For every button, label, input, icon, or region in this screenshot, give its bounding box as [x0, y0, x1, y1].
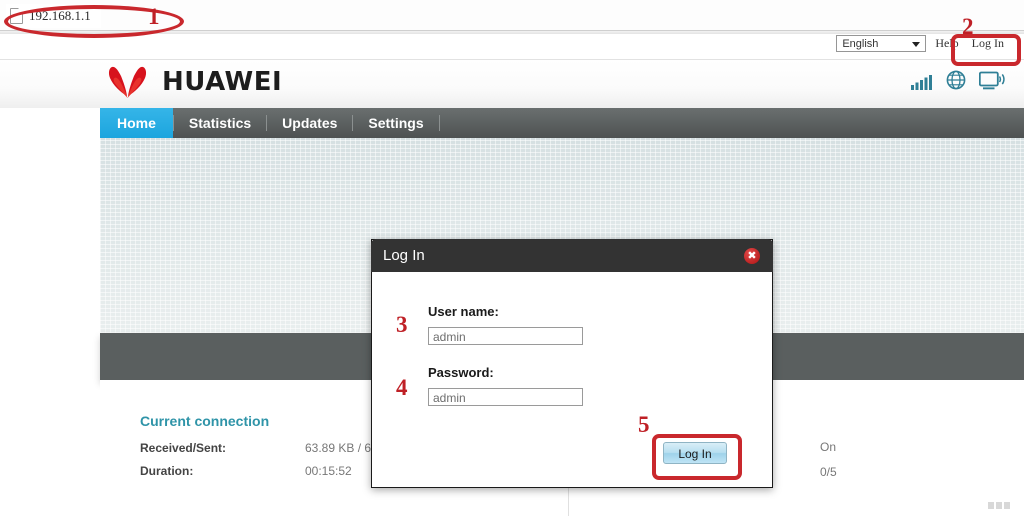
duration-value: 00:15:52	[305, 464, 352, 478]
dot	[1004, 502, 1010, 509]
dot	[996, 502, 1002, 509]
annotation-number-3: 3	[396, 312, 408, 337]
dot	[988, 502, 994, 509]
screen: 192.168.1.1 English Help Log In HUAWEI H…	[0, 0, 1024, 516]
annotation-rect-2	[951, 34, 1021, 66]
globe-icon	[946, 70, 966, 90]
annotation-rect-5	[652, 434, 742, 480]
page-topbar: English Help Log In	[0, 34, 1024, 60]
main-navigation: Home Statistics Updates Settings	[100, 108, 1024, 138]
monitor-wifi-icon	[979, 71, 1005, 90]
language-select[interactable]: English	[836, 35, 927, 52]
received-sent-label: Received/Sent:	[140, 441, 227, 455]
signal-bars-icon	[911, 75, 932, 90]
nav-divider	[438, 115, 440, 131]
username-input[interactable]: admin	[428, 327, 583, 345]
language-select-value: English	[842, 37, 879, 50]
annotation-number-5: 5	[638, 412, 650, 437]
password-label: Password:	[428, 365, 494, 380]
resize-dots	[988, 502, 1010, 509]
nav-item-home[interactable]: Home	[100, 108, 173, 138]
login-dialog-titlebar: Log In ✖	[371, 239, 773, 272]
nav-item-settings[interactable]: Settings	[353, 108, 438, 138]
huawei-flower-icon	[108, 66, 147, 98]
brand-name: HUAWEI	[162, 67, 283, 97]
brand-logo: HUAWEI	[105, 65, 282, 99]
close-icon[interactable]: ✖	[744, 247, 760, 264]
chevron-down-icon	[912, 41, 921, 47]
status-value-count: 0/5	[820, 465, 837, 479]
status-icons	[911, 70, 1006, 90]
status-values-panel: On 0/5	[820, 440, 980, 490]
nav-item-statistics[interactable]: Statistics	[174, 108, 266, 138]
username-label: User name:	[428, 304, 499, 319]
annotation-number-1: 1	[148, 4, 160, 29]
logo-band: HUAWEI	[0, 60, 1024, 108]
annotation-number-4: 4	[396, 375, 408, 400]
password-input[interactable]: admin	[428, 388, 583, 406]
received-sent-value: 63.89 KB / 6	[305, 441, 372, 455]
status-value-on: On	[820, 440, 837, 454]
nav-item-updates[interactable]: Updates	[267, 108, 352, 138]
duration-label: Duration:	[140, 464, 194, 478]
login-dialog-title: Log In	[383, 247, 425, 264]
content-divider	[568, 488, 569, 516]
